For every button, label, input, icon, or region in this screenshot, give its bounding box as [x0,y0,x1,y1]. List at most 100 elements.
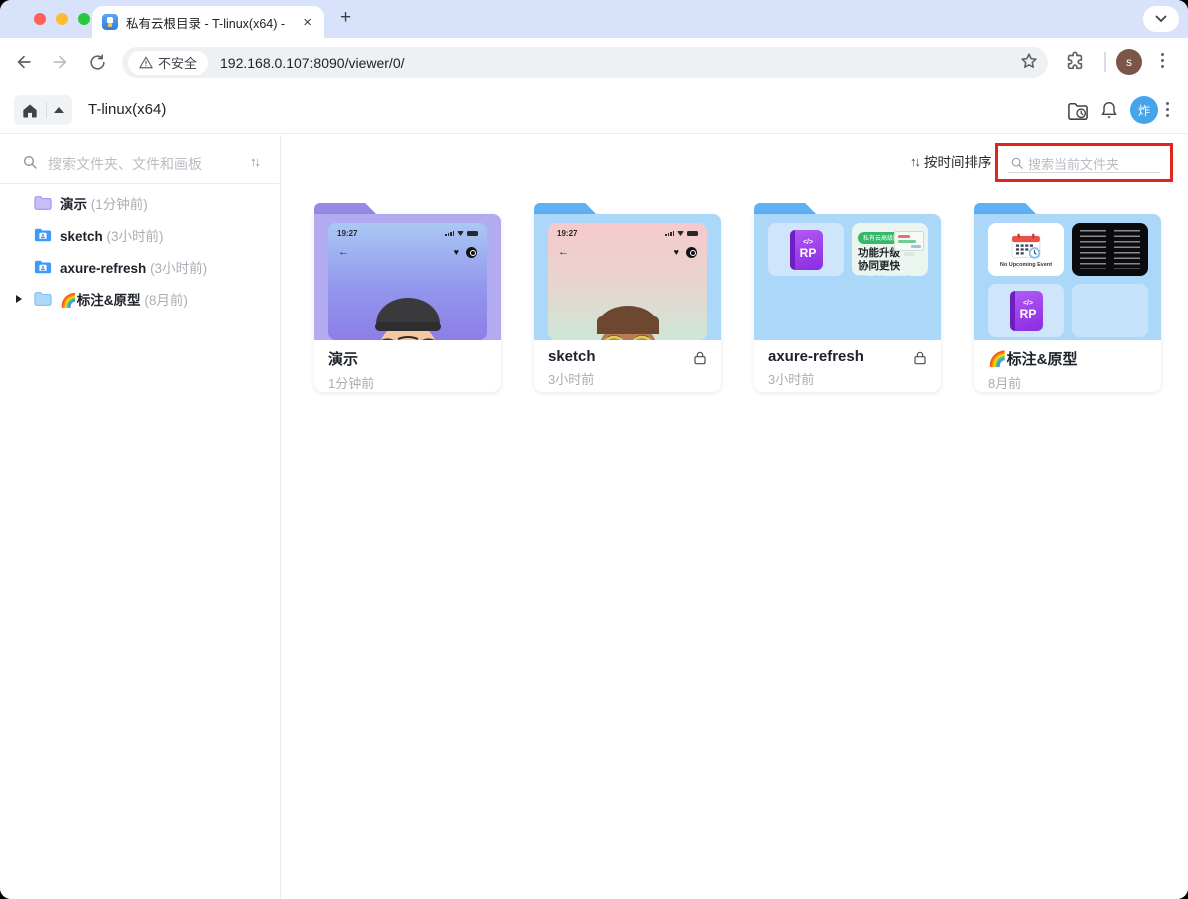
new-tab-button[interactable]: + [340,7,351,29]
expand-caret-icon[interactable] [16,295,22,303]
back-arrow-icon: ← [558,246,569,258]
home-group-divider [46,102,47,118]
recent-files-icon[interactable] [1066,99,1090,123]
home-nav-group[interactable] [14,95,72,125]
window-minimize-button[interactable] [56,13,68,25]
site-favicon-icon [102,14,118,30]
lock-icon [912,350,928,366]
wifi-icon [677,231,684,236]
avatar-beanie-illustration [348,276,468,340]
sidebar-item-folder[interactable]: sketch (3小时前) [0,219,279,251]
window-close-button[interactable] [34,13,46,25]
sidebar-item-label: 🌈标注&原型 [60,293,141,308]
sidebar-item-label: 演示 [60,197,87,212]
card-label: 🌈标注&原型 8月前 [974,340,1161,392]
current-folder-search-input[interactable]: 搜索当前文件夹 [998,146,1170,179]
back-button[interactable] [12,50,36,74]
card-time: 8月前 [988,373,1147,392]
folder-purple-icon [34,195,52,211]
user-avatar[interactable]: 炸 [1130,96,1158,124]
axure-rp-icon: </> RP [1010,291,1043,331]
toolbar-separator [1104,52,1106,72]
sidebar-item-label: sketch [60,229,103,244]
promo-subtext: 原型与母版 大文件管理 [858,275,928,276]
thumbnail-empty [1072,284,1148,337]
forward-button[interactable] [48,50,72,74]
address-bar[interactable]: 不安全 192.168.0.107:8090/viewer/0/ [122,47,1048,78]
card-time: 3小时前 [768,369,927,388]
sidebar-search-placeholder: 搜索文件夹、文件和画板 [48,154,202,174]
folder-card[interactable]: No Upcoming Event </> RP 🌈标注&原型 8月前 [974,203,1161,392]
tab-search-button[interactable] [1143,6,1179,32]
folder-image-icon [34,259,52,275]
sidebar-divider [0,183,279,184]
folder-card[interactable]: 19:27 ← ♥ [314,203,501,392]
search-icon [22,154,38,170]
tab-strip: 私有云根目录 - T-linux(x64) - × + [0,0,1188,38]
sidebar-item-time: (3小时前) [150,261,207,276]
security-chip[interactable]: 不安全 [128,51,208,75]
header-menu-button[interactable] [1166,102,1169,117]
sidebar-folder-tree: 演示 (1分钟前) sketch (3小时前) axure- [0,187,279,315]
phone-time: 19:27 [337,229,357,238]
sort-by-time-button[interactable]: ↑↓ 按时间排序 [910,151,992,171]
lock-icon [692,350,708,366]
notifications-bell-icon[interactable] [1097,99,1121,123]
collapse-caret-icon[interactable] [54,107,64,113]
extensions-button[interactable] [1064,50,1086,72]
calendar-icon [1009,232,1043,260]
sidebar-search-input[interactable]: 搜索文件夹、文件和画板 ↑↓ [0,145,279,181]
promo-title-line2: 协同更快 [858,260,928,273]
avatar-glasses-illustration [568,276,688,340]
search-underline [1008,172,1160,173]
axure-rp-icon: </> RP [790,230,823,270]
warning-icon [139,56,153,69]
back-arrow-icon: ← [338,246,349,258]
phone-call-icon [686,247,697,258]
sidebar: 搜索文件夹、文件和画板 ↑↓ 演示 (1分钟前) sketch (3小时前) [0,135,281,899]
tab-close-icon[interactable]: × [301,14,314,31]
sidebar-item-folder[interactable]: 🌈标注&原型 (8月前) [0,283,279,315]
browser-tab[interactable]: 私有云根目录 - T-linux(x64) - × [92,6,324,38]
sidebar-sort-icon[interactable]: ↑↓ [250,154,259,169]
card-name: sketch [548,348,707,365]
browser-menu-button[interactable] [1161,53,1164,68]
sidebar-item-label: axure-refresh [60,261,146,276]
folder-thumbnail: 19:27 ← ♥ [548,223,707,340]
tab-title: 私有云根目录 - T-linux(x64) - [126,13,293,32]
heart-icon: ♥ [674,247,679,257]
thumbnail-dark-spec [1072,223,1148,276]
thumbnail-calendar: No Upcoming Event [988,223,1064,276]
card-name: axure-refresh [768,348,927,365]
folder-card[interactable]: 19:27 ← ♥ [534,203,721,392]
folder-card[interactable]: </> RP 私有云高级版 功能升级 协同更快 原型与母版 大文件管理 [754,203,941,392]
event-text: No Upcoming Event [1000,262,1052,268]
wifi-icon [457,231,464,236]
card-label: axure-refresh 3小时前 [754,340,941,392]
window-zoom-button[interactable] [78,13,90,25]
sidebar-item-time: (1分钟前) [91,197,148,212]
main-content: ↑↓ 按时间排序 搜索当前文件夹 19:27 [281,135,1188,899]
security-label: 不安全 [158,53,197,72]
bookmark-star-button[interactable] [1018,50,1040,72]
card-name: 🌈标注&原型 [988,348,1147,369]
sidebar-item-folder[interactable]: axure-refresh (3小时前) [0,251,279,283]
page-title: T-linux(x64) [88,101,166,118]
reload-button[interactable] [85,50,109,74]
folder-lightblue-icon [34,291,52,307]
battery-icon [467,231,478,237]
browser-profile-avatar[interactable]: s [1116,49,1142,75]
sidebar-item-folder[interactable]: 演示 (1分钟前) [0,187,279,219]
search-placeholder: 搜索当前文件夹 [1028,154,1119,173]
thumbnail-promo: 私有云高级版 功能升级 协同更快 原型与母版 大文件管理 [852,223,928,276]
battery-icon [687,231,698,237]
heart-icon: ♥ [454,247,459,257]
home-icon[interactable] [22,103,38,118]
card-label: sketch 3小时前 [534,340,721,392]
card-label: 演示 1分钟前 [314,340,501,392]
thumbnail-rp-file: </> RP [988,284,1064,337]
chevron-down-icon [1155,15,1167,23]
annotation-highlight-box: 搜索当前文件夹 [995,143,1173,182]
sidebar-item-time: (8月前) [144,293,188,308]
card-time: 1分钟前 [328,373,487,392]
